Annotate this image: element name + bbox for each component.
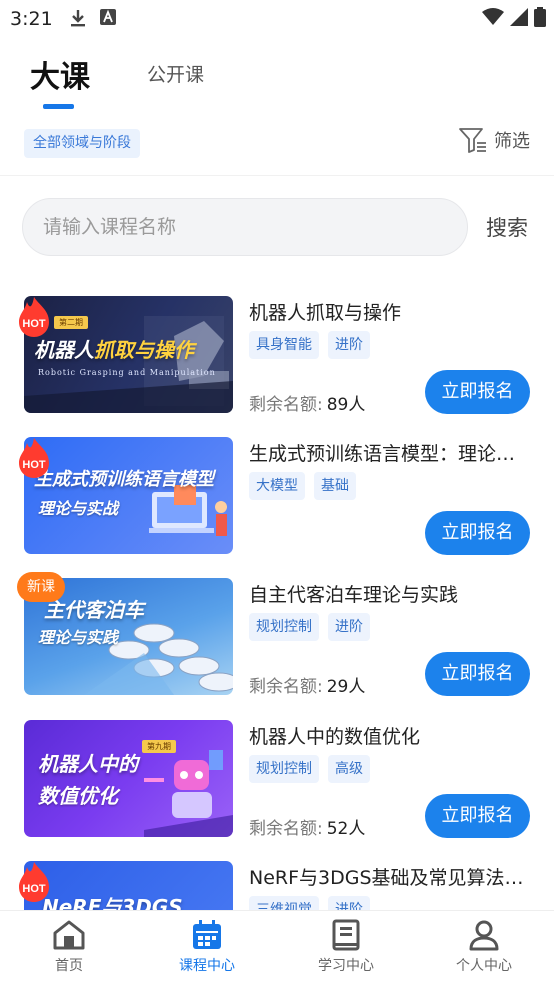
hot-badge-icon: HOT <box>19 438 49 478</box>
search-row: 请输入课程名称 搜索 <box>0 198 554 258</box>
enroll-button[interactable]: 立即报名 <box>425 511 530 555</box>
remaining-seats: 剩余名额: 52人 <box>249 819 366 839</box>
thumb-title: 机器人中的 <box>38 752 138 776</box>
course-card[interactable]: 第二期 机器人抓取与操作 Robotic Grasping and Manipu… <box>0 290 554 415</box>
user-icon <box>469 920 499 951</box>
search-input[interactable]: 请输入课程名称 <box>22 198 468 256</box>
status-bar: 3:21 <box>0 0 554 38</box>
course-tag: 三维视觉 <box>249 896 319 910</box>
tab-major-course[interactable]: 大课 <box>30 52 90 96</box>
course-thumbnail[interactable]: 第二期 机器人抓取与操作 Robotic Grasping and Manipu… <box>24 296 233 413</box>
remaining-seats: 剩余名额: 29人 <box>249 677 366 697</box>
signal-icon <box>510 8 528 26</box>
book-icon <box>332 919 360 951</box>
course-list: 第二期 机器人抓取与操作 Robotic Grasping and Manipu… <box>0 290 554 910</box>
course-tag: 进阶 <box>328 331 370 359</box>
course-title: 机器人中的数值优化 <box>249 726 421 748</box>
status-time: 3:21 <box>10 8 53 30</box>
thumb-subtitle: 理论与实践 <box>38 628 119 647</box>
nav-study-center[interactable]: 学习中心 <box>291 919 401 975</box>
course-title: 自主代客泊车理论与实践 <box>249 584 459 606</box>
tab-indicator <box>43 104 74 109</box>
tab-open-course[interactable]: 公开课 <box>147 60 204 87</box>
course-issue-tag: 第二期 <box>54 316 88 329</box>
remaining-seats: 剩余名额: 89人 <box>249 395 366 415</box>
calendar-icon <box>193 920 221 949</box>
svg-text:HOT: HOT <box>22 318 46 330</box>
filter-button-label: 筛选 <box>494 131 530 152</box>
course-issue-tag: 第九期 <box>142 740 176 753</box>
svg-text:HOT: HOT <box>22 459 46 471</box>
course-tag: 规划控制 <box>249 755 319 783</box>
course-tag: 进阶 <box>328 896 370 910</box>
tab-bar: 大课 公开课 <box>0 38 554 110</box>
course-tag: 大模型 <box>249 472 305 500</box>
course-card[interactable]: 生成式预训练语言模型 理论与实战 HOT 生成式预训练语言模型：理论与实战 大模… <box>0 431 554 555</box>
thumb-title-b: 抓取与操作 <box>94 338 194 362</box>
course-tag: 高级 <box>328 755 370 783</box>
course-card[interactable]: 第九期 机器人中的 数值优化 机器人中的数值优化 规划控制 高级 剩余名额: 52… <box>0 714 554 839</box>
nav-home-label: 首页 <box>55 958 83 974</box>
course-thumbnail[interactable]: NeRF与3DGS <box>24 861 233 910</box>
course-tag: 进阶 <box>328 613 370 641</box>
thumb-subtitle: 理论与实战 <box>38 499 119 518</box>
course-title: 生成式预训练语言模型：理论与实战 <box>249 443 531 465</box>
download-icon <box>71 10 85 27</box>
hot-badge-icon: HOT <box>19 862 49 902</box>
enroll-button[interactable]: 立即报名 <box>425 370 530 414</box>
filter-row: 全部领域与阶段 筛选 <box>0 118 554 176</box>
nav-home[interactable]: 首页 <box>14 919 124 975</box>
bottom-navigation: 首页 课程中心 学习中心 个人中心 <box>0 910 554 984</box>
course-thumbnail[interactable]: 生成式预训练语言模型 理论与实战 <box>24 437 233 554</box>
nav-profile-label: 个人中心 <box>456 958 512 974</box>
svg-text:HOT: HOT <box>22 883 46 895</box>
course-card[interactable]: NeRF与3DGS HOT NeRF与3DGS基础及常见算法解析 三维视觉 进阶 <box>0 855 554 910</box>
text-a-icon <box>100 9 116 25</box>
course-title: NeRF与3DGS基础及常见算法解析 <box>249 867 531 889</box>
course-thumbnail[interactable]: 第九期 机器人中的 数值优化 <box>24 720 233 837</box>
thumb-title-a: 机器人 <box>34 338 94 362</box>
thumb-title: NeRF与3DGS <box>42 895 183 910</box>
enroll-button[interactable]: 立即报名 <box>425 794 530 838</box>
course-tag: 基础 <box>314 472 356 500</box>
course-title: 机器人抓取与操作 <box>249 302 402 324</box>
enroll-button[interactable]: 立即报名 <box>425 652 530 696</box>
course-tag: 规划控制 <box>249 613 319 641</box>
nav-course-center[interactable]: 课程中心 <box>152 919 262 975</box>
nav-study-center-label: 学习中心 <box>318 958 374 974</box>
home-icon <box>53 920 85 950</box>
nav-profile[interactable]: 个人中心 <box>429 919 539 975</box>
nav-course-center-label: 课程中心 <box>179 958 235 974</box>
domain-stage-filter-chip[interactable]: 全部领域与阶段 <box>24 129 140 158</box>
battery-icon <box>534 7 546 27</box>
thumb-caption: Robotic Grasping and Manipulation <box>38 368 216 377</box>
thumb-subtitle: 数值优化 <box>38 784 118 808</box>
wifi-icon <box>482 8 504 25</box>
filter-button[interactable]: 筛选 <box>458 126 530 154</box>
course-card[interactable]: 主代客泊车 理论与实践 新课 自主代客泊车理论与实践 规划控制 进阶 剩余名额:… <box>0 572 554 697</box>
search-button[interactable]: 搜索 <box>486 212 528 242</box>
thumb-title: 生成式预训练语言模型 <box>34 469 214 490</box>
hot-badge-icon: HOT <box>19 297 49 337</box>
funnel-icon <box>459 128 486 153</box>
course-tag: 具身智能 <box>249 331 319 359</box>
new-course-badge: 新课 <box>17 572 65 602</box>
